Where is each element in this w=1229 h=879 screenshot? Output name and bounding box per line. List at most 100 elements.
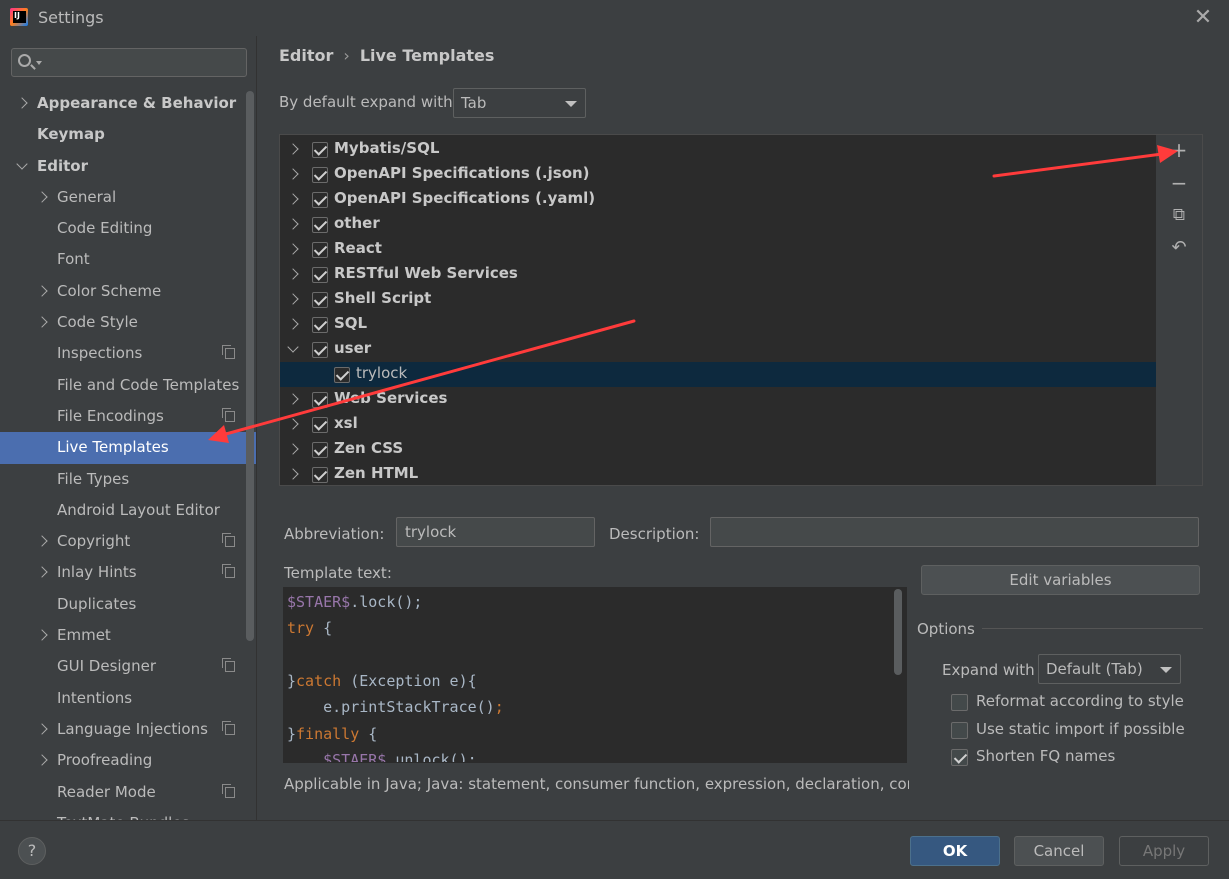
sidebar-item-gui-designer[interactable]: GUI Designer xyxy=(0,651,256,682)
restore-defaults-icon[interactable]: ↶ xyxy=(1168,237,1190,259)
template-group-row[interactable]: Shell Script xyxy=(280,287,1176,312)
chevron-right-icon[interactable] xyxy=(287,268,299,280)
sidebar-item-code-style[interactable]: Code Style xyxy=(0,307,256,338)
breadcrumb-parent[interactable]: Editor xyxy=(279,46,333,65)
template-group-row[interactable]: Zen CSS xyxy=(280,437,1176,462)
sidebar-item-language-injections[interactable]: Language Injections xyxy=(0,714,256,745)
sidebar-item-file-and-code-templates[interactable]: File and Code Templates xyxy=(0,370,256,401)
sidebar-item-duplicates[interactable]: Duplicates xyxy=(0,589,256,620)
template-group-row[interactable]: RESTful Web Services xyxy=(280,262,1176,287)
enable-checkbox[interactable] xyxy=(312,217,328,233)
sidebar-item-appearance-behavior[interactable]: Appearance & Behavior xyxy=(0,88,256,119)
abbreviation-input[interactable]: trylock xyxy=(396,517,595,547)
sidebar-item-color-scheme[interactable]: Color Scheme xyxy=(0,276,256,307)
option-checkbox[interactable] xyxy=(951,694,968,711)
sidebar-item-intentions[interactable]: Intentions xyxy=(0,683,256,714)
chevron-right-icon[interactable] xyxy=(36,754,48,766)
chevron-right-icon[interactable] xyxy=(287,468,299,480)
chevron-down-icon[interactable] xyxy=(287,341,299,353)
sidebar-item-emmet[interactable]: Emmet xyxy=(0,620,256,651)
cancel-button[interactable]: Cancel xyxy=(1014,836,1104,866)
template-group-row[interactable]: Web Services xyxy=(280,387,1176,412)
chevron-right-icon[interactable] xyxy=(36,191,48,203)
enable-checkbox[interactable] xyxy=(312,467,328,483)
sidebar-item-live-templates[interactable]: Live Templates xyxy=(0,432,256,464)
template-group-row[interactable]: user xyxy=(280,337,1176,362)
chevron-right-icon[interactable] xyxy=(36,535,48,547)
settings-search-input[interactable] xyxy=(11,48,247,77)
enable-checkbox[interactable] xyxy=(312,417,328,433)
option-checkbox[interactable] xyxy=(951,721,968,739)
sidebar-item-textmate-bundles[interactable]: TextMate Bundles xyxy=(0,808,256,820)
description-input[interactable] xyxy=(710,517,1199,547)
template-editor-scrollbar[interactable] xyxy=(894,589,902,675)
sidebar-scrollbar[interactable] xyxy=(246,91,254,641)
help-button[interactable]: ? xyxy=(18,837,46,865)
chevron-right-icon[interactable] xyxy=(287,418,299,430)
enable-checkbox[interactable] xyxy=(312,242,328,258)
chevron-right-icon[interactable] xyxy=(287,393,299,405)
chevron-right-icon[interactable] xyxy=(287,318,299,330)
sidebar-item-inlay-hints[interactable]: Inlay Hints xyxy=(0,557,256,588)
template-group-row[interactable]: OpenAPI Specifications (.yaml) xyxy=(280,187,1176,212)
close-icon[interactable]: ✕ xyxy=(1191,6,1215,30)
enable-checkbox[interactable] xyxy=(312,192,328,208)
enable-checkbox[interactable] xyxy=(312,392,328,408)
option-checkbox[interactable] xyxy=(951,749,968,766)
chevron-right-icon[interactable] xyxy=(36,566,48,579)
remove-template-icon[interactable]: − xyxy=(1168,172,1190,194)
template-group-row[interactable]: Mybatis/SQL xyxy=(280,137,1176,162)
chevron-right-icon[interactable] xyxy=(287,443,299,455)
enable-checkbox[interactable] xyxy=(312,267,328,283)
chevron-right-icon[interactable] xyxy=(287,168,299,180)
sidebar-item-code-editing[interactable]: Code Editing xyxy=(0,213,256,244)
sidebar-item-android-layout-editor[interactable]: Android Layout Editor xyxy=(0,495,256,526)
enable-checkbox[interactable] xyxy=(312,167,328,183)
template-group-row[interactable]: SQL xyxy=(280,312,1176,337)
sidebar-item-copyright[interactable]: Copyright xyxy=(0,526,256,557)
default-expand-select[interactable]: Tab xyxy=(453,88,586,118)
enable-checkbox[interactable] xyxy=(312,142,328,158)
sidebar-item-file-types[interactable]: File Types xyxy=(0,464,256,495)
ok-button[interactable]: OK xyxy=(910,836,1000,866)
sidebar-item-general[interactable]: General xyxy=(0,182,256,213)
enable-checkbox[interactable] xyxy=(312,342,328,358)
enable-checkbox[interactable] xyxy=(312,442,328,458)
edit-variables-button[interactable]: Edit variables xyxy=(921,565,1200,595)
chevron-right-icon[interactable] xyxy=(287,243,299,255)
sidebar-item-editor[interactable]: Editor xyxy=(0,151,256,182)
chevron-right-icon[interactable] xyxy=(36,316,48,328)
sidebar-item-inspections[interactable]: Inspections xyxy=(0,338,256,369)
enable-checkbox[interactable] xyxy=(312,292,328,308)
template-text-editor[interactable]: $STAER$.lock(); try {}catch (Exception e)… xyxy=(283,587,907,763)
template-group-row[interactable]: Zen HTML xyxy=(280,462,1176,487)
chevron-right-icon[interactable] xyxy=(36,723,48,735)
chevron-right-icon[interactable] xyxy=(287,193,299,205)
chevron-right-icon[interactable] xyxy=(287,218,299,230)
enable-checkbox[interactable] xyxy=(334,367,350,383)
template-row[interactable]: trylock xyxy=(280,362,1176,387)
search-options-caret-icon[interactable] xyxy=(36,61,42,65)
add-template-icon[interactable]: + xyxy=(1168,139,1190,161)
enable-checkbox[interactable] xyxy=(312,317,328,333)
expand-with-select[interactable]: Default (Tab) xyxy=(1038,654,1181,684)
chevron-right-icon[interactable] xyxy=(36,285,48,297)
chevron-down-icon[interactable] xyxy=(16,157,28,170)
chevron-right-icon[interactable] xyxy=(16,97,28,109)
template-group-row[interactable]: React xyxy=(280,237,1176,262)
template-group-row[interactable]: OpenAPI Specifications (.json) xyxy=(280,162,1176,187)
sidebar-item-file-encodings[interactable]: File Encodings xyxy=(0,401,256,432)
chevron-right-icon[interactable] xyxy=(36,629,48,641)
template-group-row[interactable]: other xyxy=(280,212,1176,237)
templates-tree[interactable]: Mybatis/SQL OpenAPI Specifications (.json… xyxy=(279,134,1177,486)
sidebar-item-font[interactable]: Font xyxy=(0,244,256,275)
chevron-right-icon[interactable] xyxy=(287,143,299,155)
chevron-right-icon[interactable] xyxy=(287,293,299,305)
apply-button[interactable]: Apply xyxy=(1119,836,1209,866)
sidebar-item-proofreading[interactable]: Proofreading xyxy=(0,745,256,776)
applicable-contexts-text[interactable]: Applicable in Java; Java: statement, con… xyxy=(284,775,909,793)
sidebar-item-reader-mode[interactable]: Reader Mode xyxy=(0,777,256,808)
sidebar-item-keymap[interactable]: Keymap xyxy=(0,119,256,150)
copy-template-icon[interactable]: ⧉ xyxy=(1168,204,1190,226)
template-group-row[interactable]: xsl xyxy=(280,412,1176,437)
